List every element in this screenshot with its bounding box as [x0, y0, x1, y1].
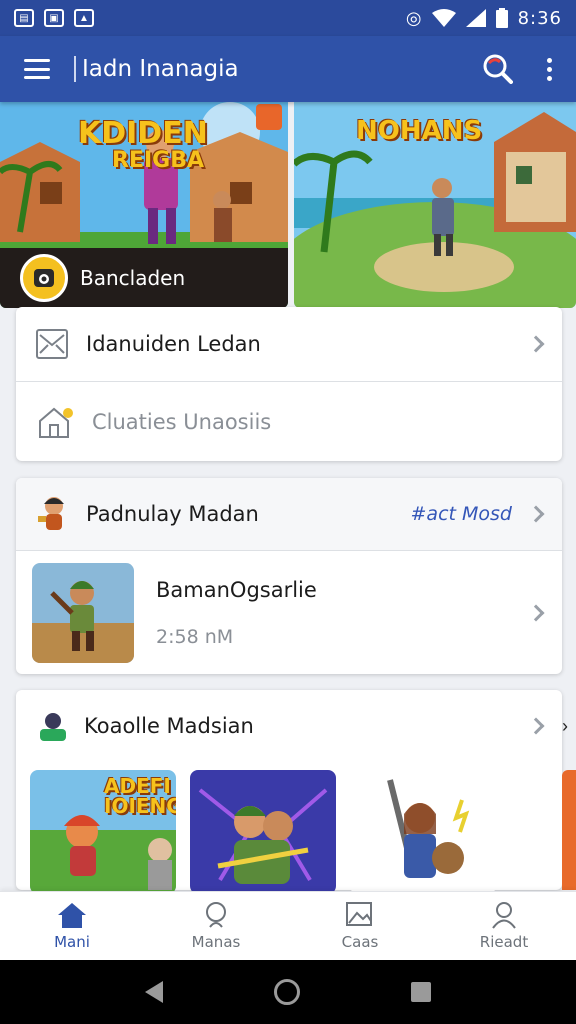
collection-card: Koaolle Madsian ADEFI IOIENG [16, 690, 562, 894]
menu-icon[interactable] [24, 59, 50, 79]
tile-1-text: ADEFI IOIENG [104, 774, 176, 818]
avatar [20, 254, 68, 302]
banner-1-subline: REIGBA [112, 148, 205, 173]
item-title: BamanOgsarlie [156, 577, 317, 602]
nav-item-home[interactable]: Mani [0, 892, 144, 960]
title-divider [74, 56, 76, 82]
system-navigation-bar [0, 960, 576, 1024]
character-icon [38, 497, 64, 530]
chevron-right-icon [527, 717, 545, 735]
menu-item-label: Idanuiden Ledan [86, 332, 261, 356]
status-time: 8:36 [517, 7, 562, 29]
profile-icon [492, 902, 516, 929]
app-title: Iadn Inanagia [82, 56, 239, 82]
featured-title: Padnulay Madan [86, 502, 259, 526]
signal-icon [465, 9, 486, 27]
menu-card: Idanuiden Ledan Cluaties Unaosiis [16, 307, 562, 461]
nav-label: Manas [191, 933, 241, 951]
search-icon[interactable] [483, 54, 513, 84]
more-options-icon[interactable] [547, 57, 552, 81]
featured-card: Padnulay Madan #act Mosd BamanOgsarlie 2… [16, 478, 562, 674]
home-settings-icon [39, 407, 73, 438]
collection-title: Koaolle Madsian [84, 714, 254, 738]
nav-label: Caas [341, 933, 379, 951]
nav-item-rieadt[interactable]: Rieadt [432, 892, 576, 960]
chevron-right-icon [527, 604, 545, 621]
character-icon [40, 713, 66, 741]
banner-card-1[interactable]: KDIDEN REIGBA Bancladen [0, 102, 288, 308]
banner-card-2[interactable]: NOHANS [294, 102, 576, 308]
battery-icon [495, 8, 508, 28]
app-bar: Iadn Inanagia [0, 36, 576, 102]
banner-1-badge-icon [256, 104, 282, 130]
bottom-navigation: Mani Manas Caas Rieadt [0, 891, 576, 960]
chevron-right-icon [527, 505, 545, 523]
search-person-icon [206, 902, 226, 928]
side-peek-card[interactable] [562, 770, 576, 890]
nav-item-manas[interactable]: Manas [144, 892, 288, 960]
home-button-icon[interactable] [273, 979, 300, 1005]
banner-1-headline: KDIDEN [78, 116, 208, 151]
notification-icon: ▤ [14, 9, 34, 27]
nav-label: Mani [54, 933, 90, 951]
status-bar: ▤ ▣ ▲ ◎ 8:36 [0, 0, 576, 36]
nav-label: Rieadt [479, 933, 529, 951]
menu-item-ledan[interactable]: Idanuiden Ledan [16, 307, 562, 381]
featured-item-row[interactable]: BamanOgsarlie 2:58 nM [16, 551, 562, 674]
collection-tile-2[interactable] [190, 770, 336, 894]
featured-action-link[interactable]: #act Mosd [411, 503, 512, 525]
menu-item-unaosiis[interactable]: Cluaties Unaosiis [16, 382, 562, 461]
nav-item-caas[interactable]: Caas [288, 892, 432, 960]
side-peek-glyph: › [562, 716, 568, 736]
recents-icon[interactable] [410, 982, 431, 1002]
collection-header[interactable]: Koaolle Madsian [16, 690, 562, 762]
menu-item-label: Cluaties Unaosiis [92, 409, 272, 434]
home-icon [58, 903, 86, 928]
banner-2-headline: NOHANS [356, 116, 483, 146]
sync-icon: ◎ [405, 7, 422, 28]
app-notification-icon: ▲ [74, 9, 94, 27]
collection-tile-1[interactable]: ADEFI IOIENG [30, 770, 176, 894]
collection-tile-3[interactable] [350, 770, 496, 894]
mail-icon [36, 329, 68, 359]
gallery-notification-icon: ▣ [44, 9, 64, 27]
chevron-right-icon [527, 335, 545, 353]
gallery-icon [346, 902, 372, 926]
game-thumbnail [32, 562, 134, 663]
collection-tiles: ADEFI IOIENG [30, 770, 496, 894]
back-icon[interactable] [145, 981, 164, 1003]
item-timestamp: 2:58 nM [156, 625, 234, 648]
banner-1-caption-label: Bancladen [80, 266, 186, 290]
banner-carousel: KDIDEN REIGBA Bancladen NOHANS [0, 102, 576, 308]
banner-1-caption: Bancladen [0, 248, 288, 308]
featured-header[interactable]: Padnulay Madan #act Mosd [16, 478, 562, 550]
wifi-icon [431, 9, 456, 27]
